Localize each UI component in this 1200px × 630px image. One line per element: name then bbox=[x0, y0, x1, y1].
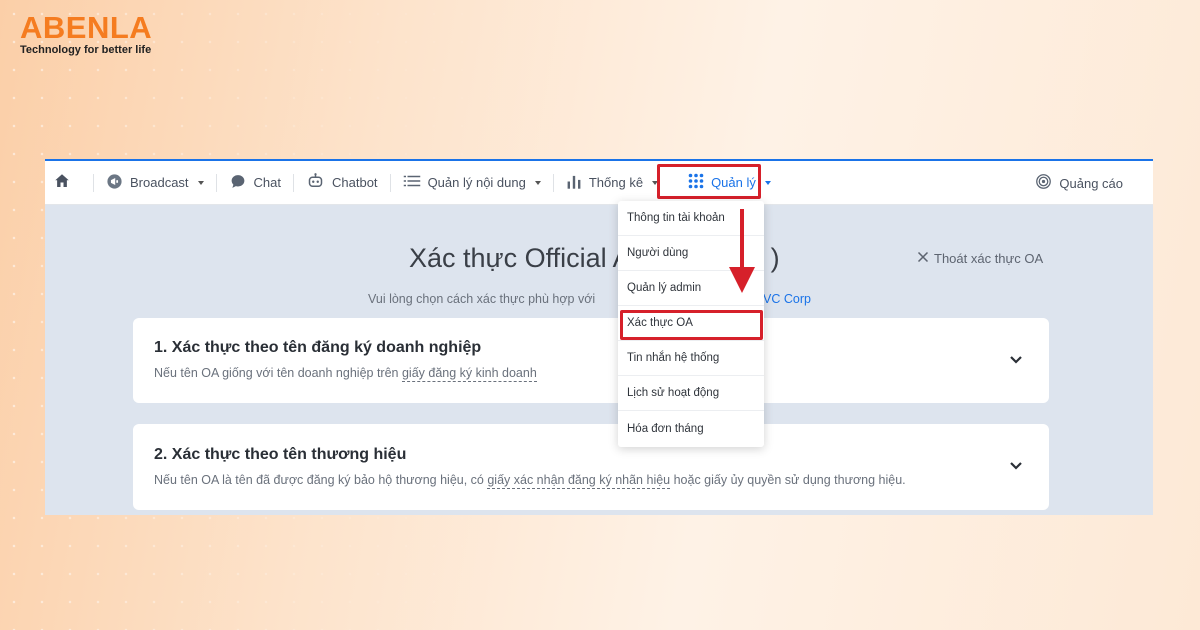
top-navbar: Broadcast Chat Chatbot Quản lý nội dung bbox=[45, 161, 1153, 205]
brand-tagline: Technology for better life bbox=[20, 44, 152, 56]
chevron-down-icon bbox=[534, 180, 541, 185]
card-desc-text: Nếu tên OA giống với tên doanh nghiệp tr… bbox=[154, 366, 402, 380]
close-icon bbox=[917, 251, 929, 266]
verification-option-business[interactable]: 1. Xác thực theo tên đăng ký doanh nghiệ… bbox=[133, 318, 1049, 403]
home-icon bbox=[53, 172, 71, 193]
bar-chart-icon bbox=[566, 173, 582, 193]
brand-logo: ABENLA Technology for better life bbox=[20, 10, 153, 57]
chevron-down-icon bbox=[197, 180, 204, 185]
nav-home[interactable] bbox=[45, 161, 79, 205]
card-description: Nếu tên OA là tên đã được đăng ký bảo hộ… bbox=[154, 473, 906, 489]
company-link[interactable]: VC Corp bbox=[763, 292, 811, 306]
exit-verification-button[interactable]: Thoát xác thực OA bbox=[917, 251, 1043, 266]
card-description: Nếu tên OA giống với tên doanh nghiệp tr… bbox=[154, 366, 537, 382]
brand-name: ABENLA bbox=[20, 10, 153, 45]
list-icon bbox=[403, 173, 421, 192]
target-icon bbox=[1035, 173, 1052, 193]
nav-ads[interactable]: Quảng cáo bbox=[1023, 161, 1135, 205]
nav-statistics[interactable]: Thống kê bbox=[554, 161, 670, 205]
page-title-text: Xác thực Official A bbox=[409, 243, 631, 273]
verification-option-brand[interactable]: 2. Xác thực theo tên thương hiệu Nếu tên… bbox=[133, 424, 1049, 510]
chevron-down-icon[interactable] bbox=[1009, 352, 1023, 370]
menu-item-system-messages[interactable]: Tin nhắn hệ thống bbox=[618, 341, 764, 376]
card-desc-link[interactable]: giấy đăng ký kinh doanh bbox=[401, 366, 537, 382]
nav-highlight-box bbox=[657, 164, 761, 199]
exit-label: Thoát xác thực OA bbox=[934, 251, 1044, 266]
nav-chat-label: Chat bbox=[253, 175, 282, 190]
chat-icon bbox=[229, 173, 247, 193]
chevron-down-icon[interactable] bbox=[1009, 458, 1023, 476]
nav-content-label: Quản lý nội dung bbox=[427, 175, 526, 190]
nav-content-management[interactable]: Quản lý nội dung bbox=[391, 161, 553, 205]
bot-icon bbox=[306, 172, 325, 193]
nav-broadcast-label: Broadcast bbox=[130, 175, 189, 190]
nav-chatbot[interactable]: Chatbot bbox=[294, 161, 390, 205]
menu-item-activity-history[interactable]: Lịch sử hoạt động bbox=[618, 376, 764, 411]
nav-chat[interactable]: Chat bbox=[217, 161, 293, 205]
nav-broadcast[interactable]: Broadcast bbox=[94, 161, 216, 205]
card-desc-text: Nếu tên OA là tên đã được đăng ký bảo hộ… bbox=[154, 473, 488, 487]
card-title: 2. Xác thực theo tên thương hiệu bbox=[154, 446, 407, 463]
nav-chatbot-label: Chatbot bbox=[332, 175, 378, 190]
page-subtitle: Vui lòng chọn cách xác thực phù hợp với bbox=[368, 292, 596, 306]
nav-statistics-label: Thống kê bbox=[588, 175, 644, 190]
card-desc-link[interactable]: giấy xác nhận đăng ký nhãn hiệu bbox=[487, 473, 671, 489]
card-title: 1. Xác thực theo tên đăng ký doanh nghiệ… bbox=[154, 339, 482, 356]
menu-item-monthly-invoice[interactable]: Hóa đơn tháng bbox=[618, 411, 764, 446]
chevron-down-icon bbox=[764, 180, 771, 185]
down-arrow-icon bbox=[727, 209, 757, 302]
megaphone-icon bbox=[106, 173, 123, 193]
menu-highlight-box bbox=[620, 310, 763, 340]
card-desc-suffix: hoặc giấy ủy quyền sử dụng thương hiệu. bbox=[670, 473, 906, 487]
page-title-tail: ) bbox=[770, 243, 780, 273]
nav-ads-label: Quảng cáo bbox=[1059, 175, 1123, 191]
screenshot-frame: Broadcast Chat Chatbot Quản lý nội dung bbox=[45, 159, 1153, 515]
